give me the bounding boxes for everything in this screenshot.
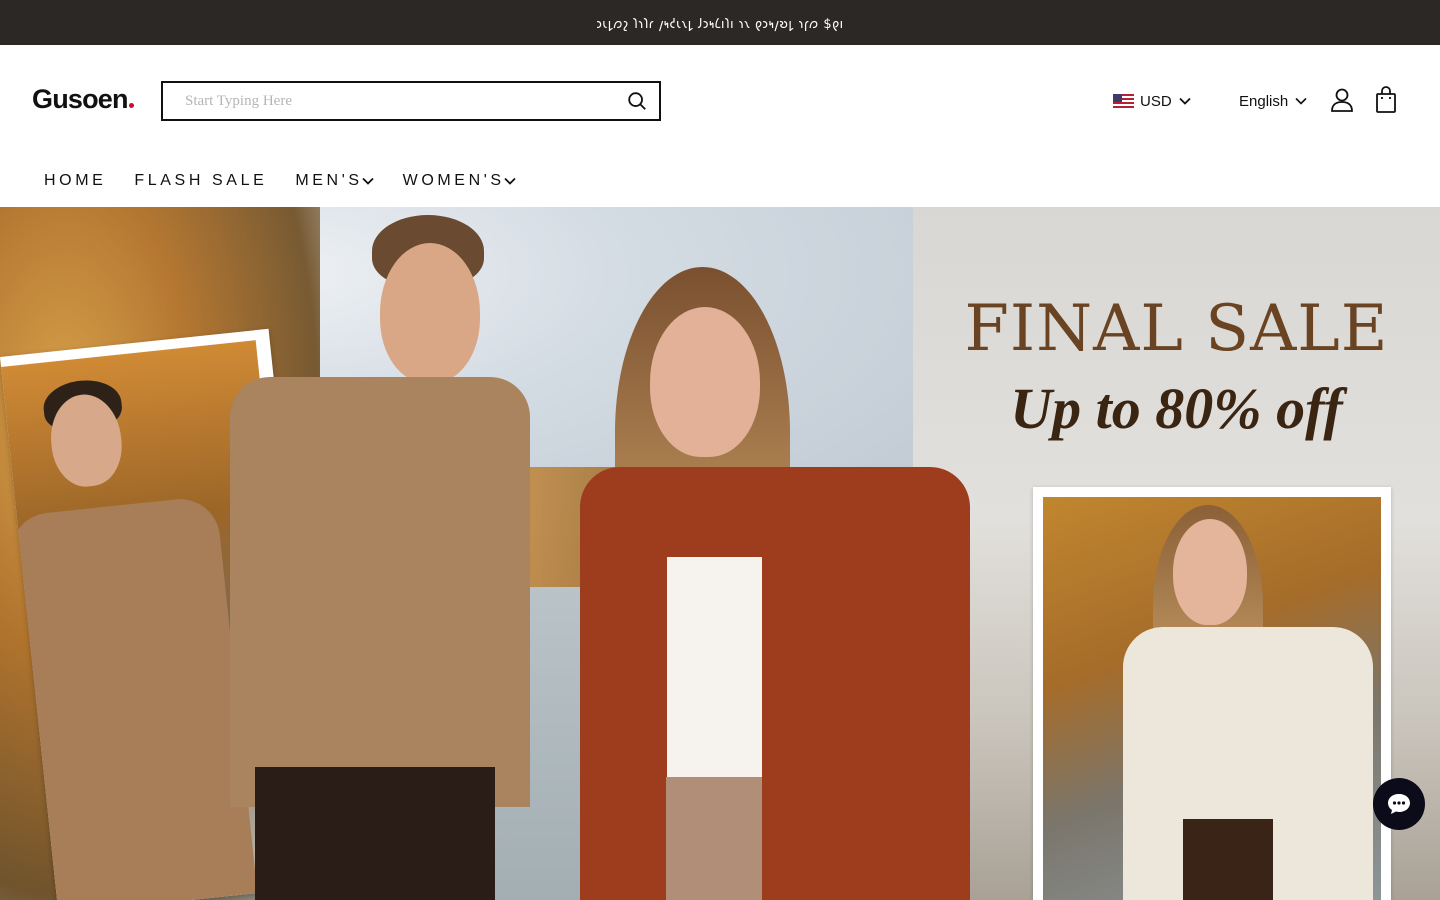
chevron-down-icon [504, 177, 516, 185]
site-header: Gusoen USD English [0, 45, 1440, 155]
nav-item-label: WOMEN'S [402, 172, 505, 189]
hero-photo-right [1033, 487, 1391, 900]
search-input[interactable] [163, 83, 615, 119]
nav-item-flash-sale[interactable]: FLASH SALE [134, 172, 267, 190]
chevron-down-icon [361, 177, 374, 185]
user-icon [1331, 88, 1353, 112]
language-selector[interactable]: English [1239, 91, 1308, 111]
nav-item-home[interactable]: HOME [44, 172, 106, 190]
currency-label: USD [1140, 92, 1172, 110]
chevron-down-icon [1295, 97, 1307, 105]
nav-item-womens[interactable]: WOMEN'S [403, 172, 517, 190]
us-flag-icon [1113, 94, 1134, 108]
model-woman-center [570, 267, 970, 900]
nav-item-label: MEN'S [295, 172, 363, 189]
site-logo[interactable]: Gusoen [32, 84, 134, 116]
announcement-text: 𐑮𐑧𐑛𐑼𐑟 𐑐𐑪𐑐𐑩 𐑢𐑰𐑒𐑧𐑯𐑛 𐑓𐑮𐑰𐑖𐑦𐑐𐑦 𐑪𐑯 𐑞𐑮𐑰𐑢𐑹𐑛 𐑪𐑝𐑼 … [596, 16, 844, 32]
main-nav: HOME FLASH SALE MEN'S WOMEN'S [0, 155, 1440, 207]
announcement-bar: 𐑮𐑧𐑛𐑼𐑟 𐑐𐑪𐑐𐑩 𐑢𐑰𐑒𐑧𐑯𐑛 𐑓𐑮𐑰𐑖𐑦𐑐𐑦 𐑪𐑯 𐑞𐑮𐑰𐑢𐑹𐑛 𐑪𐑝𐑼 … [0, 0, 1440, 45]
account-button[interactable] [1329, 87, 1355, 113]
logo-text: Gusoen [32, 84, 129, 114]
model-woman-right [1123, 497, 1381, 900]
chat-bubble-icon [1388, 794, 1410, 814]
nav-item-label: FLASH SALE [134, 172, 268, 189]
search-icon [628, 92, 646, 110]
chevron-down-icon [1179, 97, 1191, 105]
model-man-center [220, 207, 540, 900]
language-label: English [1239, 92, 1289, 110]
promo-subtitle: Up to 80% off [1010, 376, 1343, 441]
chat-button[interactable] [1373, 778, 1425, 830]
logo-dot [128, 103, 134, 108]
nav-item-label: HOME [44, 172, 107, 189]
nav-item-mens[interactable]: MEN'S [295, 172, 374, 190]
hero-banner[interactable]: FINAL SALE Up to 80% off [0, 207, 1440, 900]
shopping-bag-icon [1376, 86, 1396, 113]
search-box [161, 81, 661, 121]
currency-selector[interactable]: USD [1113, 91, 1192, 111]
search-button[interactable] [615, 83, 659, 119]
promo-title: FINAL SALE [964, 292, 1389, 366]
cart-button[interactable] [1374, 86, 1398, 114]
